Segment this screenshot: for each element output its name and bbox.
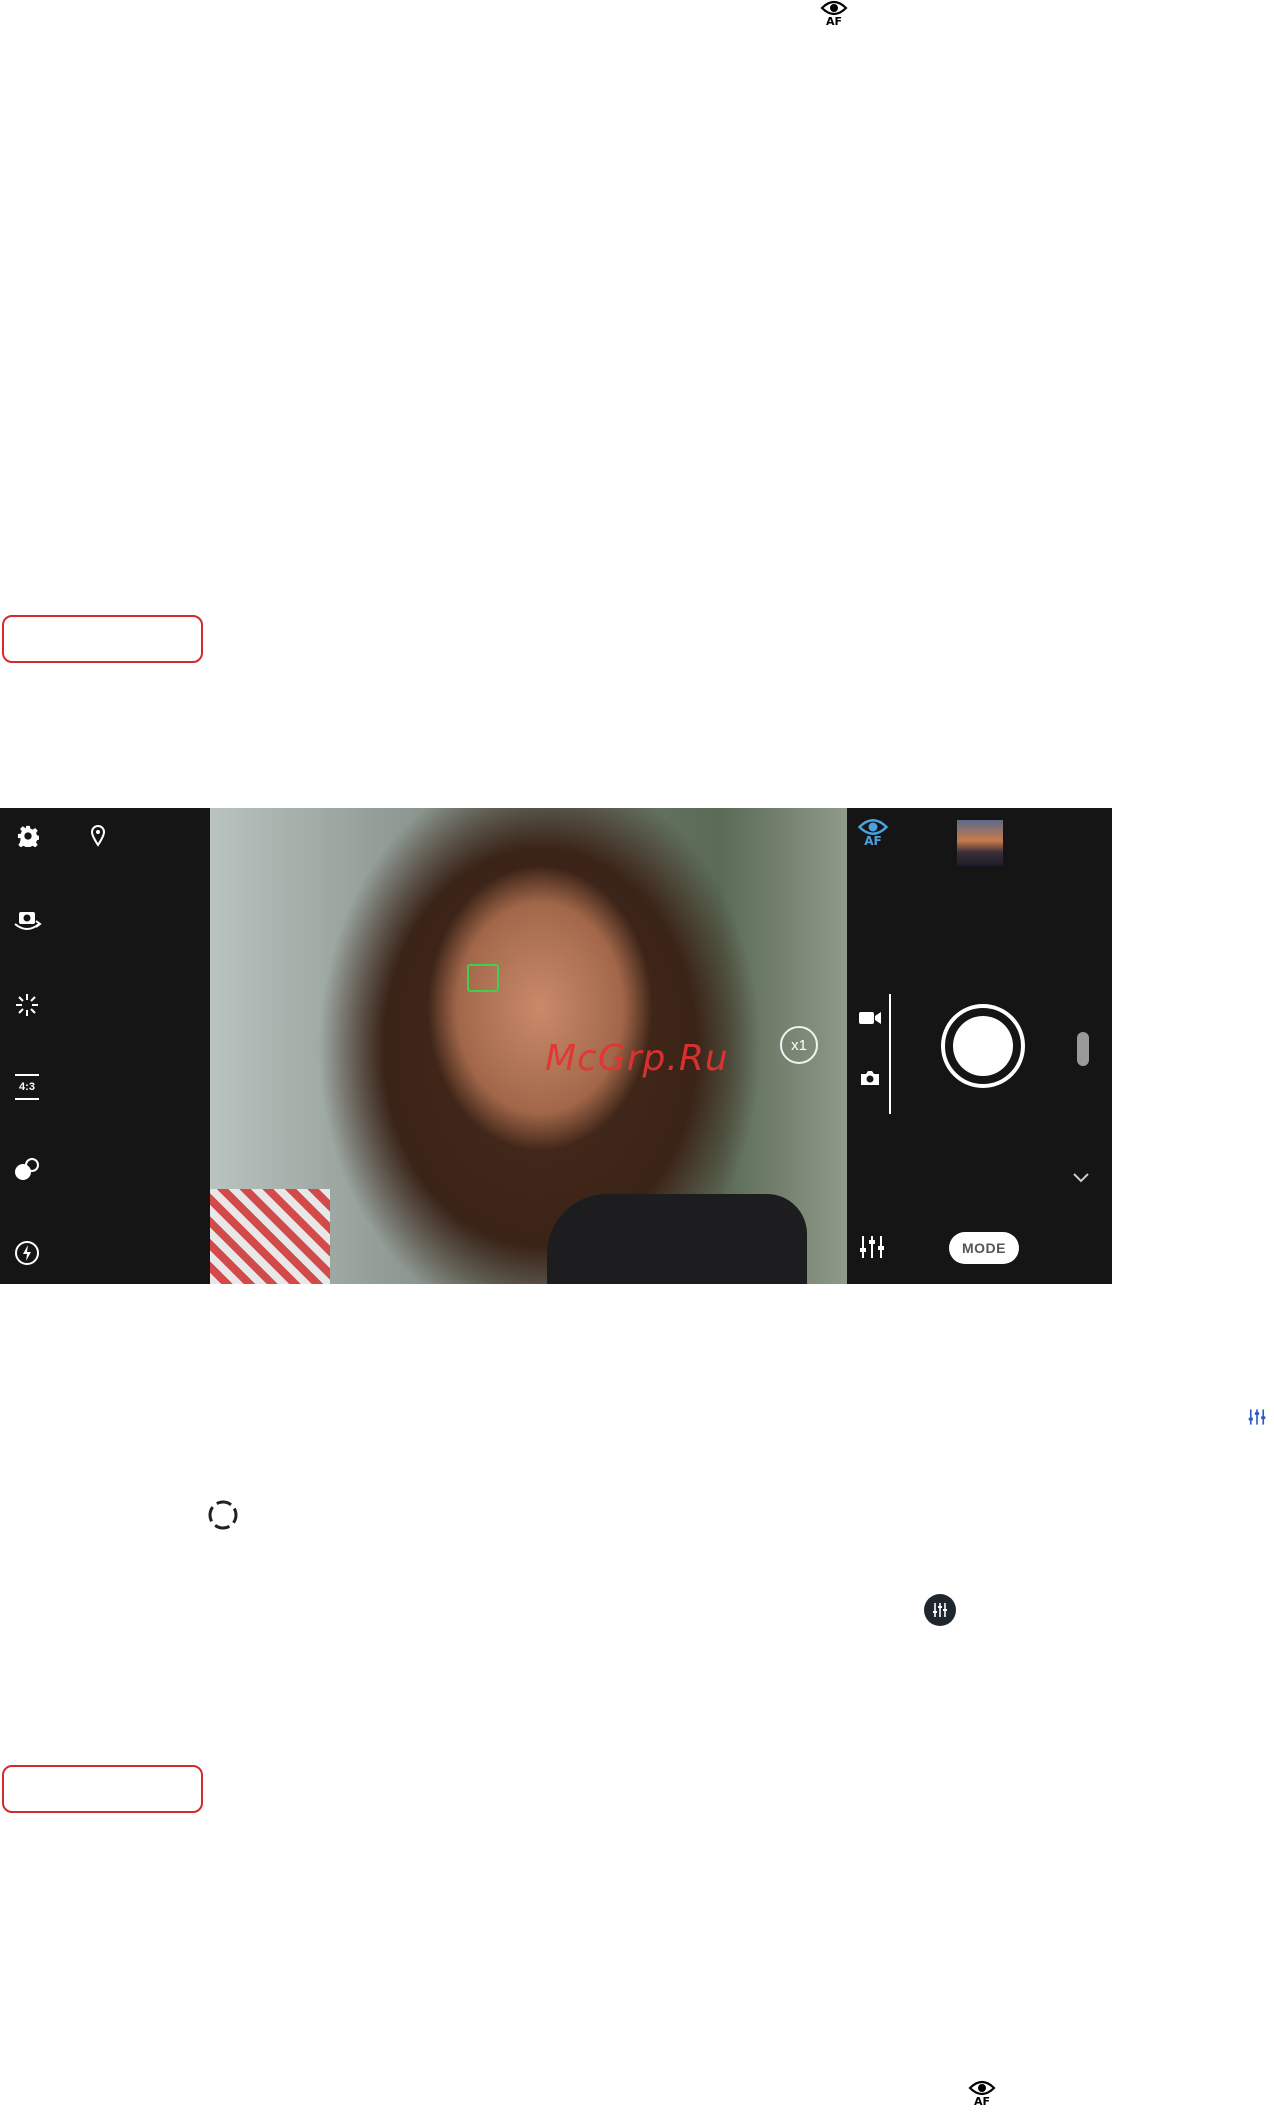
mode-button[interactable]: MODE [949, 1232, 1019, 1264]
flash-icon[interactable] [12, 1238, 42, 1268]
mode-slider-track [889, 994, 891, 1114]
bokeh-icon[interactable] [12, 1154, 42, 1184]
eye-af-toggle-icon[interactable]: AF [857, 818, 889, 847]
photo-camera-icon[interactable] [857, 1068, 883, 1088]
focus-ring-icon [206, 1498, 240, 1537]
note-box [2, 1765, 203, 1813]
eye-af-icon: AF [820, 0, 848, 27]
gear-icon[interactable] [14, 822, 42, 850]
zoom-slider-handle[interactable] [1077, 1032, 1089, 1066]
subject-shirt [210, 1189, 330, 1284]
location-icon[interactable] [86, 822, 110, 850]
switch-camera-icon[interactable] [10, 906, 44, 936]
subject-jacket [547, 1194, 807, 1284]
aspect-ratio-icon[interactable]: 4:3 [12, 1072, 42, 1102]
manual-settings-round-icon [924, 1594, 956, 1626]
watermark: McGrp.Ru [545, 1038, 729, 1079]
gallery-thumbnail[interactable] [957, 820, 1003, 866]
shutter-button[interactable] [941, 1004, 1025, 1088]
zoom-button[interactable]: x1 [780, 1026, 818, 1064]
camera-left-toolbar: 4:3 [0, 808, 210, 1284]
eye-af-icon: AF [968, 2080, 996, 2107]
eye-focus-frame [467, 964, 499, 992]
chevron-down-icon[interactable] [1069, 1168, 1093, 1188]
brightness-icon[interactable] [12, 990, 42, 1020]
manual-settings-icon[interactable] [857, 1232, 887, 1262]
note-box [2, 615, 203, 663]
manual-settings-small-icon [1246, 1408, 1268, 1431]
camera-right-panel: AF MODE [847, 808, 1112, 1284]
shutter-button-inner [953, 1016, 1013, 1076]
video-camera-icon[interactable] [857, 1008, 883, 1028]
camera-viewfinder[interactable]: x1 [210, 808, 847, 1284]
